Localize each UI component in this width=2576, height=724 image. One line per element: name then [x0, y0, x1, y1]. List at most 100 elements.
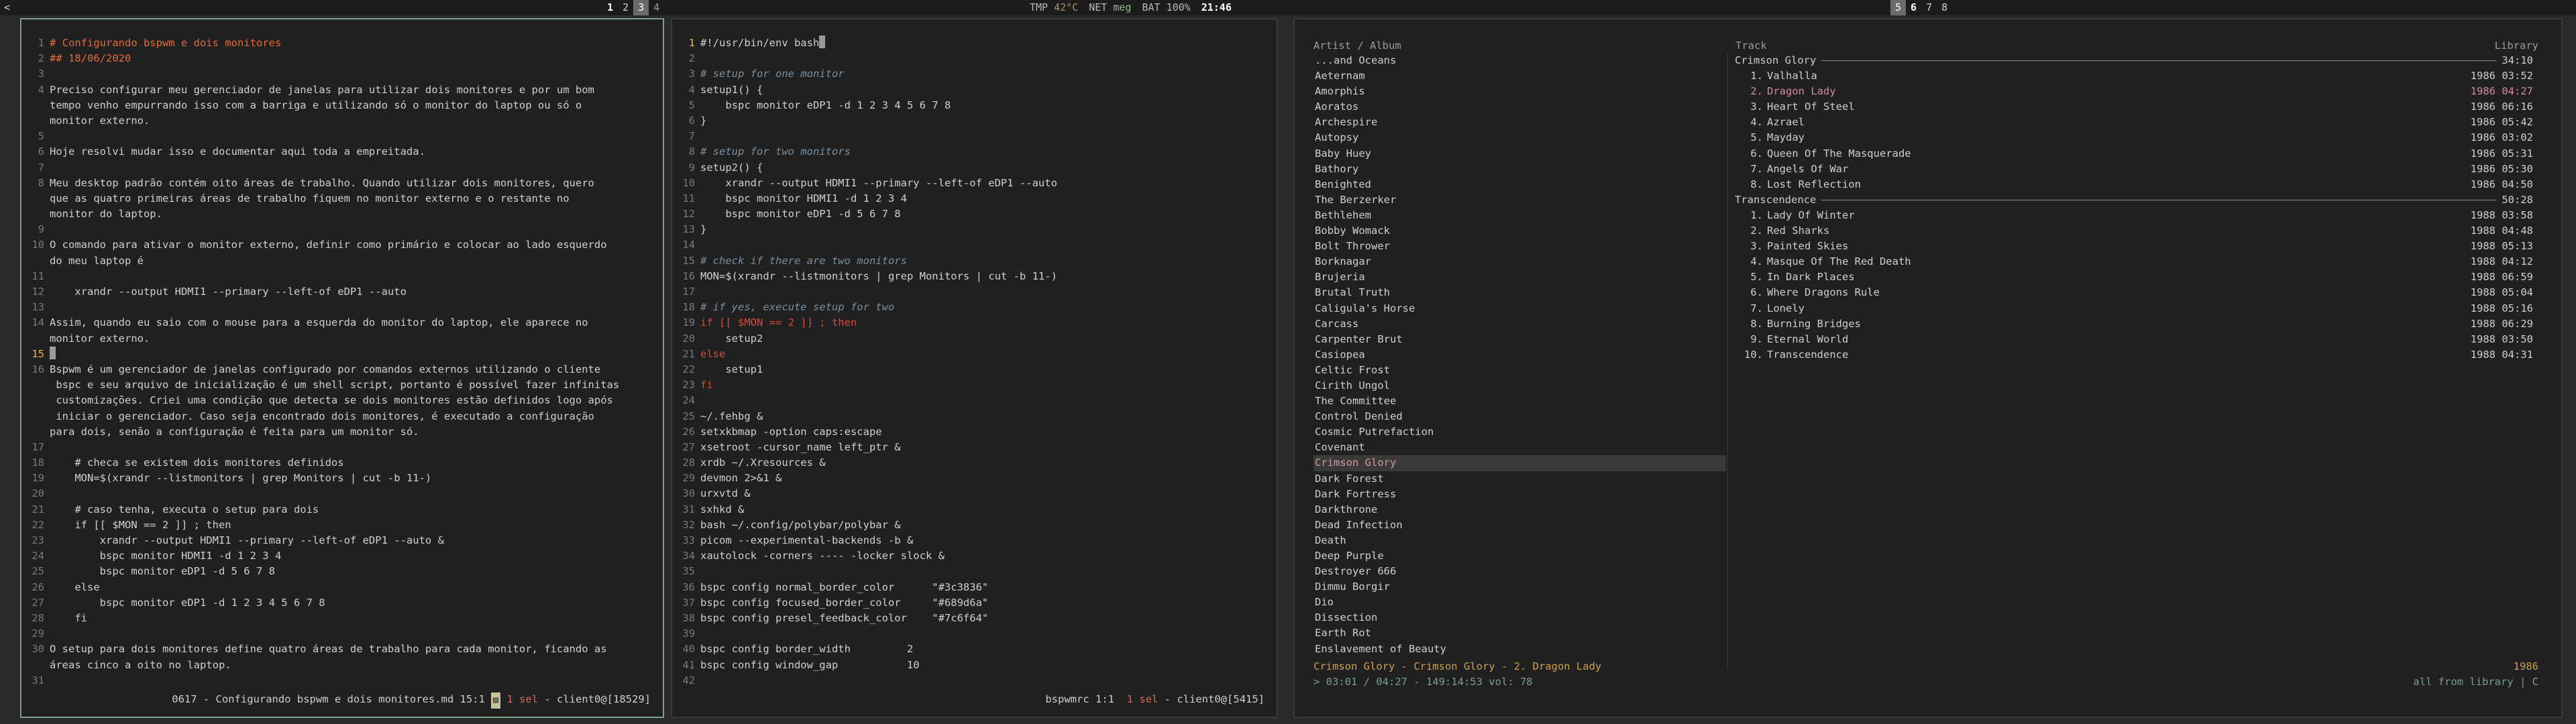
- editor-line[interactable]: tempo venho empurrando isso com a barrig…: [21, 98, 663, 113]
- editor-line[interactable]: 2 ## 18/06/2020: [21, 51, 663, 66]
- workspace-1[interactable]: 1: [602, 0, 618, 15]
- line-text[interactable]: # setup for two monitors: [700, 144, 851, 160]
- editor-line[interactable]: iniciar o gerenciador. Caso seja encontr…: [21, 409, 663, 424]
- line-text[interactable]: Assim, quando eu saio com o mouse para a…: [50, 315, 588, 330]
- editor-line[interactable]: 10 O comando para ativar o monitor extern…: [21, 237, 663, 253]
- editor-line[interactable]: 24 bspc monitor HDMI1 -d 1 2 3 4: [21, 548, 663, 564]
- editor-line[interactable]: 6}: [672, 113, 1277, 129]
- track-row[interactable]: 7. Angels Of War 1986 05:30: [1735, 162, 2533, 177]
- line-text[interactable]: # setup for one monitor: [700, 66, 845, 82]
- editor-line[interactable]: customizações. Criei uma condição que de…: [21, 393, 663, 408]
- track-row[interactable]: 5. In Dark Places 1988 06:59: [1735, 269, 2533, 285]
- line-text[interactable]: xrdb ~/.Xresources &: [700, 455, 826, 471]
- editor-line[interactable]: 20 setup2: [672, 331, 1277, 347]
- track-row[interactable]: 4. Masque Of The Red Death 1988 04:12: [1735, 254, 2533, 269]
- track-row[interactable]: 4. Azrael 1986 05:42: [1735, 115, 2533, 130]
- editor-line[interactable]: 36 bspc config normal_border_color "#3c38…: [672, 580, 1277, 595]
- editor-line[interactable]: 16 Bspwm é um gerenciador de janelas conf…: [21, 362, 663, 377]
- workspace-6[interactable]: 6: [1906, 0, 1921, 15]
- editor-line[interactable]: 42: [672, 673, 1277, 688]
- editor-line[interactable]: 34 xautolock -corners ---- -locker slock …: [672, 548, 1277, 564]
- editor-line[interactable]: 22 if [[ $MON == 2 ]] ; then: [21, 518, 663, 533]
- editor-line[interactable]: 8 Meu desktop padrão contém oito áreas de…: [21, 176, 663, 191]
- line-text[interactable]: urxvtd &: [700, 486, 751, 501]
- line-text[interactable]: MON=$(xrandr --listmonitors | grep Monit…: [50, 471, 431, 486]
- line-text[interactable]: xsetroot -cursor_name left_ptr &: [700, 440, 901, 455]
- editor-line[interactable]: 10 xrandr --output HDMI1 --primary --lef…: [672, 176, 1277, 191]
- artist-item[interactable]: Crimson Glory: [1313, 455, 1726, 471]
- line-text[interactable]: bspc config focused_border_color "#689d6…: [700, 595, 988, 611]
- editor-text-area[interactable]: 1 # Configurando bspwm e dois monitores 2 #…: [21, 36, 663, 688]
- editor-line[interactable]: 17: [21, 440, 663, 455]
- editor-line[interactable]: 37 bspc config focused_border_color "#689…: [672, 595, 1277, 611]
- artist-item[interactable]: Carcass: [1313, 316, 1726, 332]
- artist-item[interactable]: Cirith Ungol: [1313, 378, 1726, 394]
- artist-item[interactable]: Baby Huey: [1313, 146, 1726, 162]
- album-group-header[interactable]: Crimson Glory 34:10: [1735, 53, 2533, 68]
- editor-line[interactable]: 9 setup2() {: [672, 160, 1277, 176]
- editor-line[interactable]: 26 else: [21, 580, 663, 595]
- artist-item[interactable]: The Committee: [1313, 394, 1726, 409]
- editor-line[interactable]: 24: [672, 393, 1277, 408]
- line-text[interactable]: bash ~/.config/polybar/polybar &: [700, 518, 901, 533]
- artist-item[interactable]: Celtic Frost: [1313, 363, 1726, 378]
- track-row[interactable]: 1. Valhalla 1986 03:52: [1735, 68, 2533, 84]
- line-text[interactable]: sxhkd &: [700, 502, 744, 518]
- line-text[interactable]: xautolock -corners ---- -locker slock &: [700, 548, 945, 564]
- artist-item[interactable]: Borknagar: [1313, 254, 1726, 269]
- artist-item[interactable]: Aeternam: [1313, 68, 1726, 84]
- line-text[interactable]: para dois, senão a configuração é feita …: [50, 424, 419, 440]
- line-text[interactable]: }: [700, 222, 706, 237]
- editor-line[interactable]: 13}: [672, 222, 1277, 237]
- line-text[interactable]: else: [50, 580, 99, 595]
- editor-line[interactable]: 30 urxvtd &: [672, 486, 1277, 501]
- line-text[interactable]: if [[ $MON == 2 ]] ; then: [50, 518, 231, 533]
- left-arrow-icon[interactable]: <: [4, 0, 10, 15]
- artist-item[interactable]: Enslavement of Beauty: [1313, 642, 1726, 657]
- line-text[interactable]: devmon 2>&1 &: [700, 471, 782, 486]
- line-text[interactable]: do meu laptop é: [50, 253, 144, 269]
- editor-line[interactable]: 32 bash ~/.config/polybar/polybar &: [672, 518, 1277, 533]
- editor-line[interactable]: 6 Hoje resolvi mudar isso e documentar aq…: [21, 144, 663, 160]
- artist-item[interactable]: Dio: [1313, 595, 1726, 610]
- track-row[interactable]: 10. Transcendence 1988 04:31: [1735, 347, 2533, 363]
- editor-line[interactable]: 15 # check if there are two monitors: [672, 253, 1277, 269]
- workspace-3[interactable]: 3: [633, 0, 649, 15]
- line-text[interactable]: bspc config normal_border_color "#3c3836…: [700, 580, 988, 595]
- track-row[interactable]: 8. Lost Reflection 1986 04:50: [1735, 177, 2533, 192]
- artist-item[interactable]: Control Denied: [1313, 409, 1726, 424]
- editor-line[interactable]: 31: [21, 673, 663, 688]
- line-text[interactable]: # checa se existem dois monitores defini…: [50, 455, 343, 471]
- track-row[interactable]: 9. Eternal World 1988 03:50: [1735, 332, 2533, 347]
- editor-line[interactable]: para dois, senão a configuração é feita …: [21, 424, 663, 440]
- line-text[interactable]: if [[ $MON == 2 ]] ; then: [700, 315, 857, 330]
- line-text[interactable]: bspc e seu arquivo de inicialização é um…: [50, 377, 619, 393]
- editor-line[interactable]: 11 bspc monitor HDMI1 -d 1 2 3 4: [672, 191, 1277, 206]
- editor-line[interactable]: 28 fi: [21, 611, 663, 626]
- artist-item[interactable]: The Berzerker: [1313, 192, 1726, 208]
- line-text[interactable]: tempo venho empurrando isso com a barrig…: [50, 98, 582, 113]
- artist-item[interactable]: Dimmu Borgir: [1313, 579, 1726, 595]
- editor-line[interactable]: 31 sxhkd &: [672, 502, 1277, 518]
- editor-line[interactable]: 26 setxkbmap -option caps:escape: [672, 424, 1277, 440]
- line-text[interactable]: fi: [50, 611, 87, 626]
- album-group-header[interactable]: Transcendence 50:28: [1735, 192, 2533, 208]
- workspace-8[interactable]: 8: [1937, 0, 1952, 15]
- line-text[interactable]: ## 18/06/2020: [50, 51, 131, 66]
- editor-line[interactable]: 4 Preciso configurar meu gerenciador de j…: [21, 82, 663, 98]
- editor-line[interactable]: que as quatro primeiras áreas de trabalh…: [21, 191, 663, 206]
- artist-item[interactable]: Aoratos: [1313, 99, 1726, 115]
- editor-line[interactable]: 33 picom --experimental-backends -b &: [672, 533, 1277, 548]
- editor-line[interactable]: 30 O setup para dois monitores define qua…: [21, 642, 663, 657]
- artist-item[interactable]: Caligula's Horse: [1313, 301, 1726, 316]
- editor-line[interactable]: 7: [21, 160, 663, 176]
- track-row[interactable]: 2. Red Sharks 1988 04:48: [1735, 223, 2533, 239]
- editor-line[interactable]: 22 setup1: [672, 362, 1277, 377]
- track-row[interactable]: 1. Lady Of Winter 1988 03:58: [1735, 208, 2533, 223]
- artist-item[interactable]: ...and Oceans: [1313, 53, 1726, 68]
- line-text[interactable]: xrandr --output HDMI1 --primary --left-o…: [50, 284, 407, 300]
- artist-item[interactable]: Bobby Womack: [1313, 223, 1726, 239]
- workspace-7[interactable]: 7: [1921, 0, 1937, 15]
- editor-line[interactable]: 38 bspc config presel_feedback_color "#7c…: [672, 611, 1277, 626]
- editor-line[interactable]: 40 bspc config border_width 2: [672, 642, 1277, 657]
